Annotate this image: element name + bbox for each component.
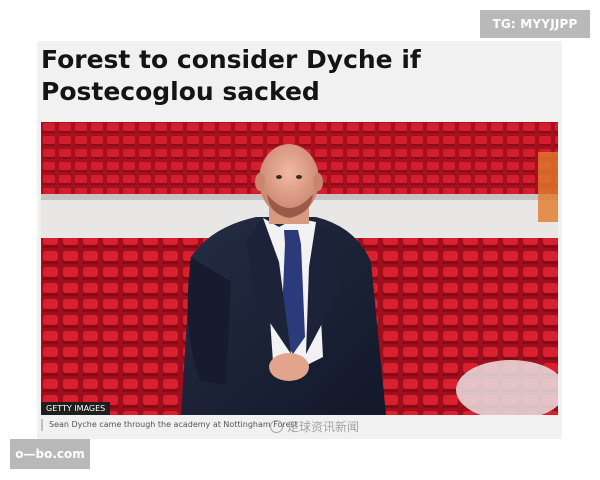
social-watermark: 足球资讯新闻: [270, 418, 359, 435]
hand: [269, 353, 309, 381]
left-ear: [255, 173, 265, 191]
telegram-watermark: TG: MYYJJPP: [480, 10, 590, 38]
wechat-icon: [270, 420, 283, 433]
right-ear: [313, 173, 323, 191]
stadium-photo-graphic: [41, 122, 558, 415]
news-article: Forest to consider Dyche if Postecoglou …: [37, 41, 562, 439]
social-watermark-text: 足球资讯新闻: [287, 420, 360, 434]
right-eye: [296, 175, 302, 179]
image-caption: Sean Dyche came through the academy at N…: [41, 419, 298, 431]
head: [259, 144, 319, 216]
article-photo: GETTY IMAGES: [41, 122, 558, 415]
site-watermark: o—bo.com: [10, 439, 90, 469]
left-eye: [276, 175, 282, 179]
article-headline: Forest to consider Dyche if Postecoglou …: [41, 45, 421, 106]
background-figure-right: [538, 152, 558, 222]
image-credit: GETTY IMAGES: [41, 402, 111, 415]
